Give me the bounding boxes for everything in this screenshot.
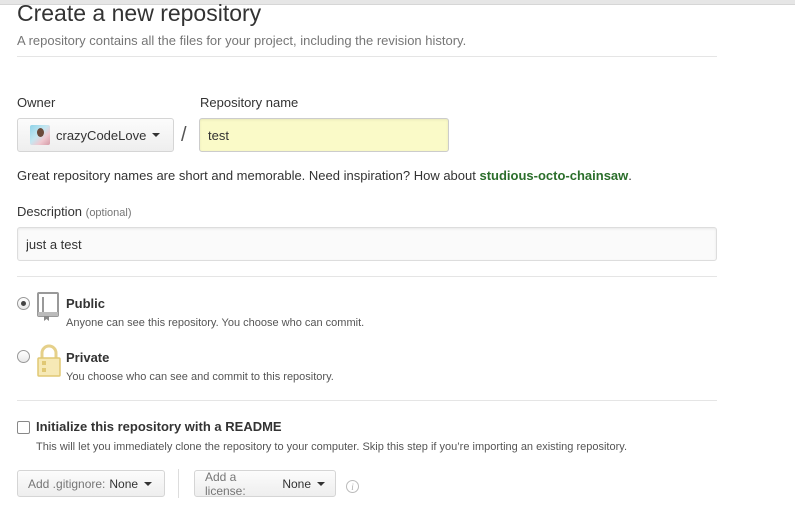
page-subtitle: A repository contains all the files for …: [17, 33, 467, 48]
private-radio[interactable]: [17, 350, 30, 363]
info-icon[interactable]: i: [346, 480, 359, 493]
repository-name-label: Repository name: [200, 95, 299, 110]
license-label: Add a license:: [205, 469, 246, 498]
divider: [17, 400, 717, 401]
divider: [17, 276, 717, 277]
owner-dropdown[interactable]: crazyCodeLove: [17, 118, 174, 152]
repository-name-input[interactable]: [199, 118, 449, 152]
repo-book-icon: [37, 292, 59, 321]
description-input[interactable]: [17, 227, 717, 261]
gitignore-label: Add .gitignore:: [28, 476, 106, 491]
public-description: Anyone can see this repository. You choo…: [66, 317, 365, 329]
name-hint: Great repository names are short and mem…: [17, 168, 632, 183]
description-label-text: Description: [17, 204, 83, 219]
gitignore-value: None: [109, 476, 139, 491]
avatar: [30, 125, 50, 145]
optional-tag: (optional): [85, 207, 132, 219]
name-suggestion-link[interactable]: studious-octo-chainsaw: [479, 168, 628, 183]
divider: [17, 56, 717, 57]
button-separator: [178, 469, 179, 498]
page-title: Create a new repository: [17, 0, 262, 26]
chevron-down-icon: [144, 481, 153, 486]
private-description: You choose who can see and commit to thi…: [66, 371, 334, 383]
owner-name: crazyCodeLove: [56, 127, 147, 143]
owner-repo-separator: /: [181, 124, 187, 146]
readme-checkbox[interactable]: [17, 421, 30, 434]
chevron-down-icon: [317, 481, 325, 486]
license-value: None: [282, 476, 311, 491]
public-title: Public: [66, 296, 106, 311]
name-hint-end: .: [628, 168, 632, 183]
chevron-down-icon: [152, 133, 161, 137]
private-title: Private: [66, 350, 110, 365]
public-radio[interactable]: [17, 297, 30, 310]
description-label: Description (optional): [17, 204, 132, 219]
name-hint-text: Great repository names are short and mem…: [17, 168, 476, 183]
lock-icon: [37, 344, 61, 377]
gitignore-dropdown[interactable]: Add .gitignore: None: [17, 470, 165, 497]
license-dropdown[interactable]: Add a license: None: [194, 469, 336, 498]
readme-description: This will let you immediately clone the …: [36, 441, 627, 453]
owner-label: Owner: [17, 95, 56, 110]
readme-title: Initialize this repository with a README: [36, 419, 282, 434]
